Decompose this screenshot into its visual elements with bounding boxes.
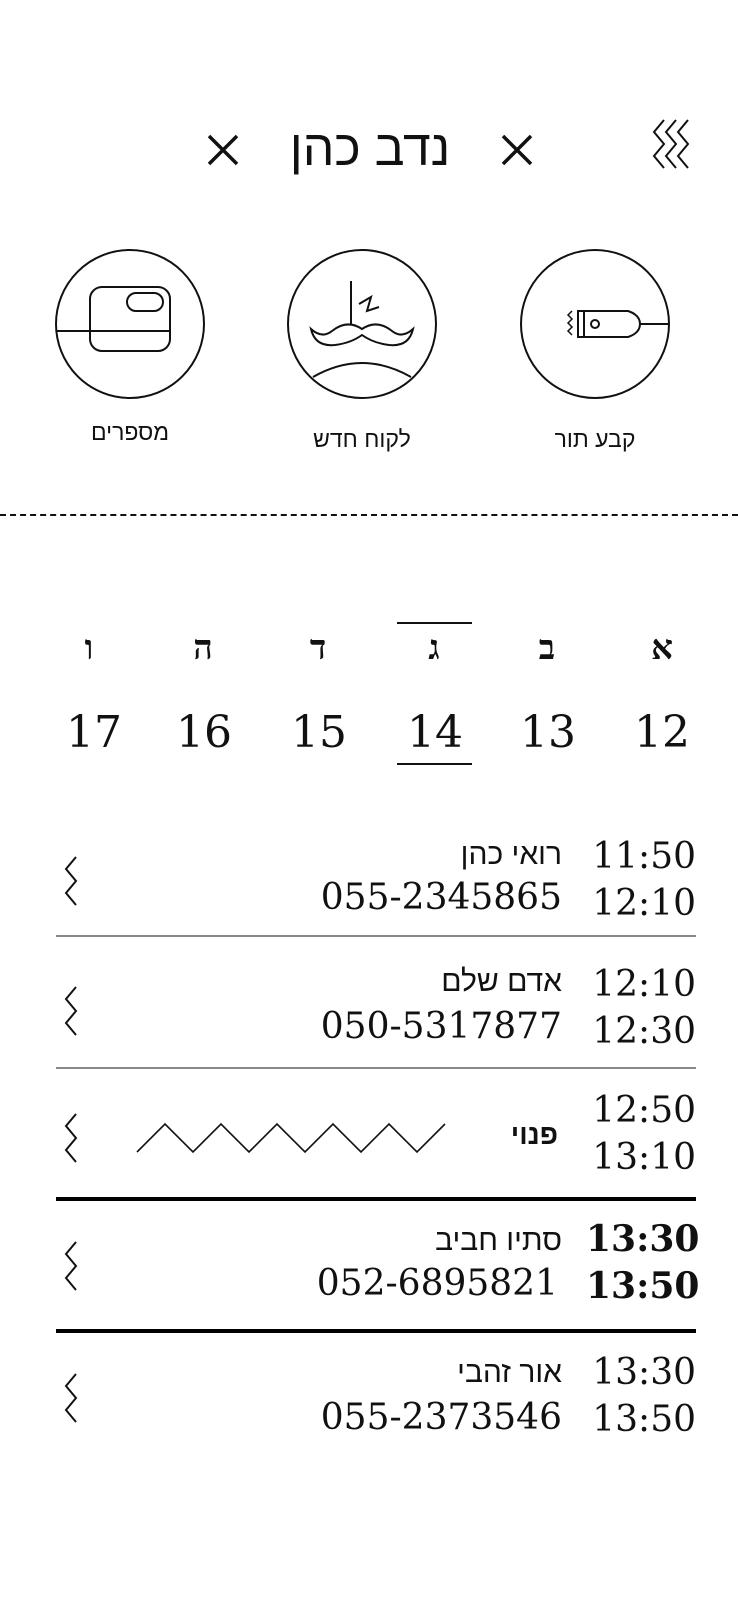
zigzag-divider-icon xyxy=(135,1120,455,1156)
appointment-end-time: 13:50 xyxy=(592,1399,696,1440)
chevron-left-icon[interactable] xyxy=(62,1112,82,1164)
book-appointment-label: קבע תור xyxy=(554,426,636,452)
customer-name: אדם שלם xyxy=(441,965,562,998)
day-number-3[interactable]: 14 xyxy=(390,708,480,758)
mustache-icon xyxy=(287,249,437,399)
day-number-6[interactable]: 17 xyxy=(49,708,139,758)
new-customer-button[interactable] xyxy=(287,249,437,399)
appointment-start-time: 12:50 xyxy=(592,1090,696,1131)
row-separator xyxy=(56,1067,696,1069)
day-number-2[interactable]: 13 xyxy=(503,708,593,758)
selected-day-bottom-line xyxy=(397,763,472,765)
menu-icon[interactable] xyxy=(650,118,698,170)
day-letter-3[interactable]: ג xyxy=(399,628,469,668)
new-customer-label: לקוח חדש xyxy=(313,426,411,452)
numbers-label: מספרים xyxy=(90,419,170,445)
free-slot-label: פנוי xyxy=(510,1119,558,1150)
customer-name: רואי כהן xyxy=(460,838,562,871)
clipper-icon xyxy=(520,249,670,399)
appointment-end-time: 12:10 xyxy=(592,883,696,924)
selected-day-top-line xyxy=(397,622,472,624)
chevron-left-icon[interactable] xyxy=(62,1372,82,1424)
customer-phone[interactable]: 055-2345865 xyxy=(262,877,562,919)
page-title: נדב כהן xyxy=(289,120,451,176)
appointment-end-time: 12:30 xyxy=(592,1011,696,1052)
row-separator xyxy=(56,935,696,937)
row-separator-thick xyxy=(56,1329,696,1333)
customer-phone[interactable]: 055-2373546 xyxy=(262,1397,562,1439)
chevron-left-icon[interactable] xyxy=(62,985,82,1037)
day-letter-5[interactable]: ה xyxy=(168,628,238,668)
day-number-1[interactable]: 12 xyxy=(617,708,707,758)
chevron-left-icon[interactable] xyxy=(62,855,82,907)
chevron-left-icon[interactable] xyxy=(62,1240,82,1292)
appointment-start-time: 12:10 xyxy=(592,964,696,1005)
day-number-5[interactable]: 16 xyxy=(159,708,249,758)
day-letter-2[interactable]: ב xyxy=(512,628,582,668)
close-icon-left[interactable] xyxy=(203,130,243,170)
day-number-4[interactable]: 15 xyxy=(274,708,364,758)
phone-card-icon xyxy=(55,249,205,399)
row-separator-thick xyxy=(56,1197,696,1201)
day-letter-1[interactable]: א xyxy=(627,628,697,668)
customer-name: סתיו חביב xyxy=(435,1224,562,1257)
customer-name: אור זהבי xyxy=(457,1356,562,1389)
appointment-start-time: 13:30 xyxy=(592,1352,696,1393)
day-letter-4[interactable]: ד xyxy=(283,628,353,668)
dashed-divider xyxy=(0,514,738,516)
appointment-end-time: 13:10 xyxy=(592,1137,696,1178)
customer-phone[interactable]: 050-5317877 xyxy=(262,1006,562,1048)
day-letter-6[interactable]: ו xyxy=(54,628,124,668)
appointment-start-time: 13:30 xyxy=(586,1218,700,1260)
numbers-button[interactable] xyxy=(55,249,205,399)
appointment-end-time: 13:50 xyxy=(586,1265,700,1307)
book-appointment-button[interactable] xyxy=(520,249,670,399)
appointment-start-time: 11:50 xyxy=(592,836,696,877)
customer-phone[interactable]: 052-6895821 xyxy=(258,1263,558,1305)
close-icon-right[interactable] xyxy=(497,130,537,170)
